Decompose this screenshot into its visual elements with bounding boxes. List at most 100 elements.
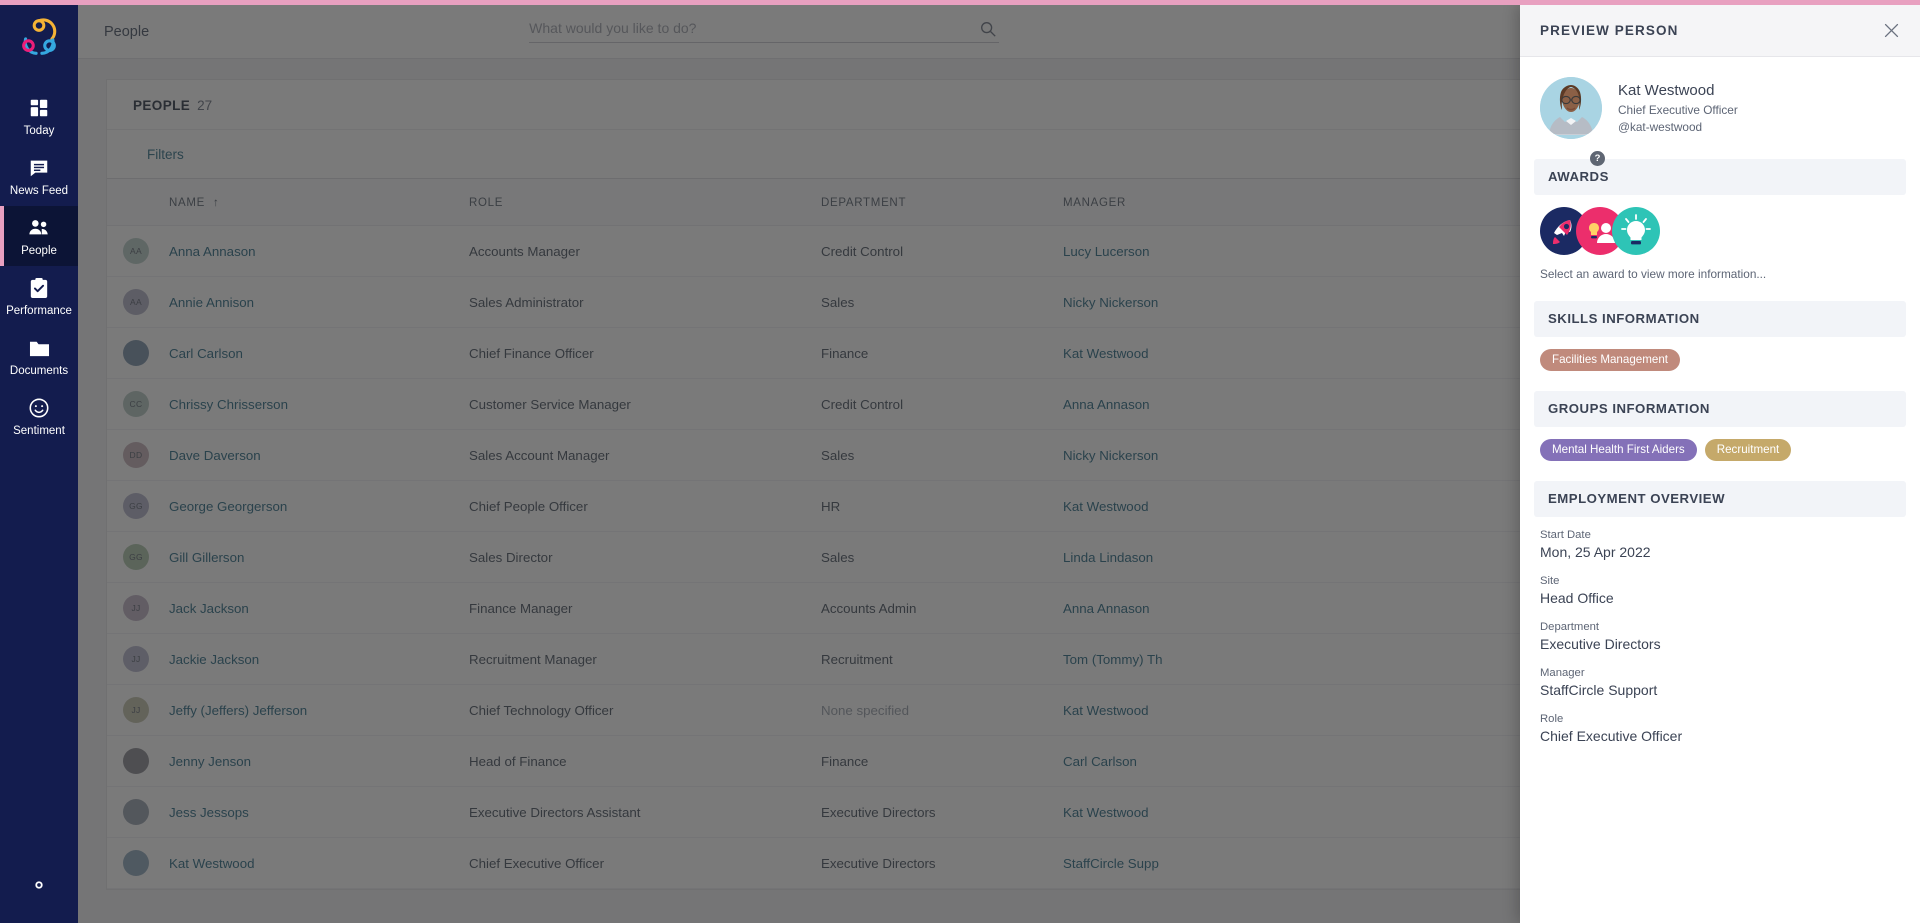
panel-body[interactable]: Kat Westwood Chief Executive Officer @ka… bbox=[1520, 57, 1920, 923]
person-link[interactable]: Anna Annason bbox=[169, 244, 256, 259]
row-department-cell: Sales bbox=[821, 276, 1063, 328]
awards-badge-row bbox=[1540, 207, 1900, 255]
person-link[interactable]: Dave Daverson bbox=[169, 448, 261, 463]
manager-link[interactable]: Kat Westwood bbox=[1063, 346, 1149, 361]
person-link[interactable]: Annie Annison bbox=[169, 295, 254, 310]
manager-link[interactable]: StaffCircle Supp bbox=[1063, 856, 1159, 871]
people-icon bbox=[27, 216, 51, 240]
settings-gear-icon[interactable] bbox=[28, 874, 50, 901]
manager-link[interactable]: Kat Westwood bbox=[1063, 805, 1149, 820]
page-title: People bbox=[104, 23, 150, 40]
person-link[interactable]: George Georgerson bbox=[169, 499, 287, 514]
grid-icon bbox=[28, 96, 50, 120]
avatar: JJ bbox=[123, 595, 149, 621]
employment-field: Department Executive Directors bbox=[1540, 621, 1900, 652]
person-link[interactable]: Kat Westwood bbox=[169, 856, 255, 871]
row-role-cell: Chief Finance Officer bbox=[469, 327, 821, 379]
employment-section-body: Start Date Mon, 25 Apr 2022 Site Head Offic… bbox=[1520, 517, 1920, 773]
row-department-cell: None specified bbox=[821, 684, 1063, 736]
help-icon[interactable]: ? bbox=[1590, 151, 1605, 166]
person-handle: @kat-westwood bbox=[1618, 120, 1703, 134]
search-icon[interactable] bbox=[979, 20, 997, 43]
filters-toggle[interactable]: Filters bbox=[147, 147, 184, 162]
avatar bbox=[123, 340, 149, 366]
person-link[interactable]: Gill Gillerson bbox=[169, 550, 244, 565]
person-link[interactable]: Jess Jessops bbox=[169, 805, 249, 820]
group-chip[interactable]: Mental Health First Aiders bbox=[1540, 439, 1697, 461]
manager-link[interactable]: Tom (Tommy) Th bbox=[1063, 652, 1163, 667]
column-department[interactable]: DEPARTMENT bbox=[821, 179, 1063, 226]
row-department-cell: Executive Directors bbox=[821, 837, 1063, 889]
person-link[interactable]: Jenny Jenson bbox=[169, 754, 251, 769]
sort-ascending-icon: ↑ bbox=[212, 197, 220, 209]
row-department-cell: Recruitment bbox=[821, 633, 1063, 685]
close-icon[interactable] bbox=[1883, 22, 1900, 39]
employment-section-header: EMPLOYMENT OVERVIEW bbox=[1534, 481, 1906, 517]
group-chip[interactable]: Recruitment bbox=[1704, 439, 1792, 461]
row-avatar-cell: AA bbox=[107, 225, 169, 277]
skill-chip[interactable]: Facilities Management bbox=[1540, 349, 1680, 371]
groups-section-header: GROUPS INFORMATION bbox=[1534, 391, 1906, 427]
employment-field-value: Chief Executive Officer bbox=[1540, 728, 1683, 744]
person-link[interactable]: Jack Jackson bbox=[169, 601, 249, 616]
manager-link[interactable]: Nicky Nickerson bbox=[1063, 448, 1158, 463]
avatar: JJ bbox=[123, 697, 149, 723]
manager-link[interactable]: Linda Lindason bbox=[1063, 550, 1153, 565]
column-role[interactable]: ROLE bbox=[469, 179, 821, 226]
row-role-cell: Chief People Officer bbox=[469, 480, 821, 532]
row-name-cell: Gill Gillerson bbox=[169, 531, 469, 583]
sidebar-item-news-feed[interactable]: News Feed bbox=[0, 146, 78, 206]
manager-link[interactable]: Anna Annason bbox=[1063, 397, 1150, 412]
lightbulb-award-badge[interactable] bbox=[1612, 207, 1660, 255]
row-avatar-cell: JJ bbox=[107, 684, 169, 736]
people-heading: PEOPLE bbox=[133, 98, 191, 113]
sidebar-item-people[interactable]: People bbox=[0, 206, 78, 266]
smiley-icon bbox=[28, 396, 50, 420]
manager-link[interactable]: Carl Carlson bbox=[1063, 754, 1137, 769]
row-role-cell: Head of Finance bbox=[469, 735, 821, 787]
row-avatar-cell: GG bbox=[107, 480, 169, 532]
sidebar-item-documents[interactable]: Documents bbox=[0, 326, 78, 386]
manager-link[interactable]: Kat Westwood bbox=[1063, 499, 1149, 514]
employment-field-value: Mon, 25 Apr 2022 bbox=[1540, 544, 1651, 560]
row-name-cell: Jess Jessops bbox=[169, 786, 469, 838]
feed-icon bbox=[28, 156, 50, 180]
folder-icon bbox=[28, 336, 51, 360]
staffcircle-logo-icon[interactable] bbox=[16, 14, 62, 60]
sidebar-item-performance[interactable]: Performance bbox=[0, 266, 78, 326]
preview-person-panel: PREVIEW PERSON Kat Westwood Chief Execut… bbox=[1520, 5, 1920, 923]
row-department-cell: Sales bbox=[821, 429, 1063, 481]
manager-link[interactable]: Kat Westwood bbox=[1063, 703, 1149, 718]
employment-field-label: Role bbox=[1540, 713, 1564, 725]
manager-link[interactable]: Nicky Nickerson bbox=[1063, 295, 1158, 310]
row-role-cell: Finance Manager bbox=[469, 582, 821, 634]
employment-field: Start Date Mon, 25 Apr 2022 bbox=[1540, 529, 1900, 560]
sidebar-item-label: News Feed bbox=[9, 185, 69, 197]
row-avatar-cell: GG bbox=[107, 531, 169, 583]
manager-link[interactable]: Lucy Lucerson bbox=[1063, 244, 1149, 259]
manager-link[interactable]: Anna Annason bbox=[1063, 601, 1150, 616]
employment-field-label: Site bbox=[1540, 575, 1560, 587]
employment-field-label: Manager bbox=[1540, 667, 1585, 679]
global-search[interactable] bbox=[529, 20, 1000, 43]
row-name-cell: Annie Annison bbox=[169, 276, 469, 328]
awards-section-header: AWARDS ? bbox=[1534, 151, 1906, 195]
row-department-cell: Credit Control bbox=[821, 378, 1063, 430]
person-link[interactable]: Jackie Jackson bbox=[169, 652, 259, 667]
row-name-cell: Jeffy (Jeffers) Jefferson bbox=[169, 684, 469, 736]
row-department-cell: Sales bbox=[821, 531, 1063, 583]
sidebar-item-label: Performance bbox=[6, 305, 72, 317]
sidebar-item-sentiment[interactable]: Sentiment bbox=[0, 386, 78, 446]
top-accent-bar bbox=[0, 0, 1920, 5]
row-role-cell: Chief Technology Officer bbox=[469, 684, 821, 736]
column-name[interactable]: NAME ↑ bbox=[169, 179, 469, 226]
row-name-cell: Jenny Jenson bbox=[169, 735, 469, 787]
person-link[interactable]: Chrissy Chrisserson bbox=[169, 397, 288, 412]
sidebar-item-today[interactable]: Today bbox=[0, 86, 78, 146]
search-input[interactable] bbox=[529, 20, 1000, 36]
row-avatar-cell: AA bbox=[107, 276, 169, 328]
person-link[interactable]: Carl Carlson bbox=[169, 346, 243, 361]
employment-field-value: Executive Directors bbox=[1540, 636, 1661, 652]
row-avatar-cell: JJ bbox=[107, 582, 169, 634]
person-link[interactable]: Jeffy (Jeffers) Jefferson bbox=[169, 703, 307, 718]
